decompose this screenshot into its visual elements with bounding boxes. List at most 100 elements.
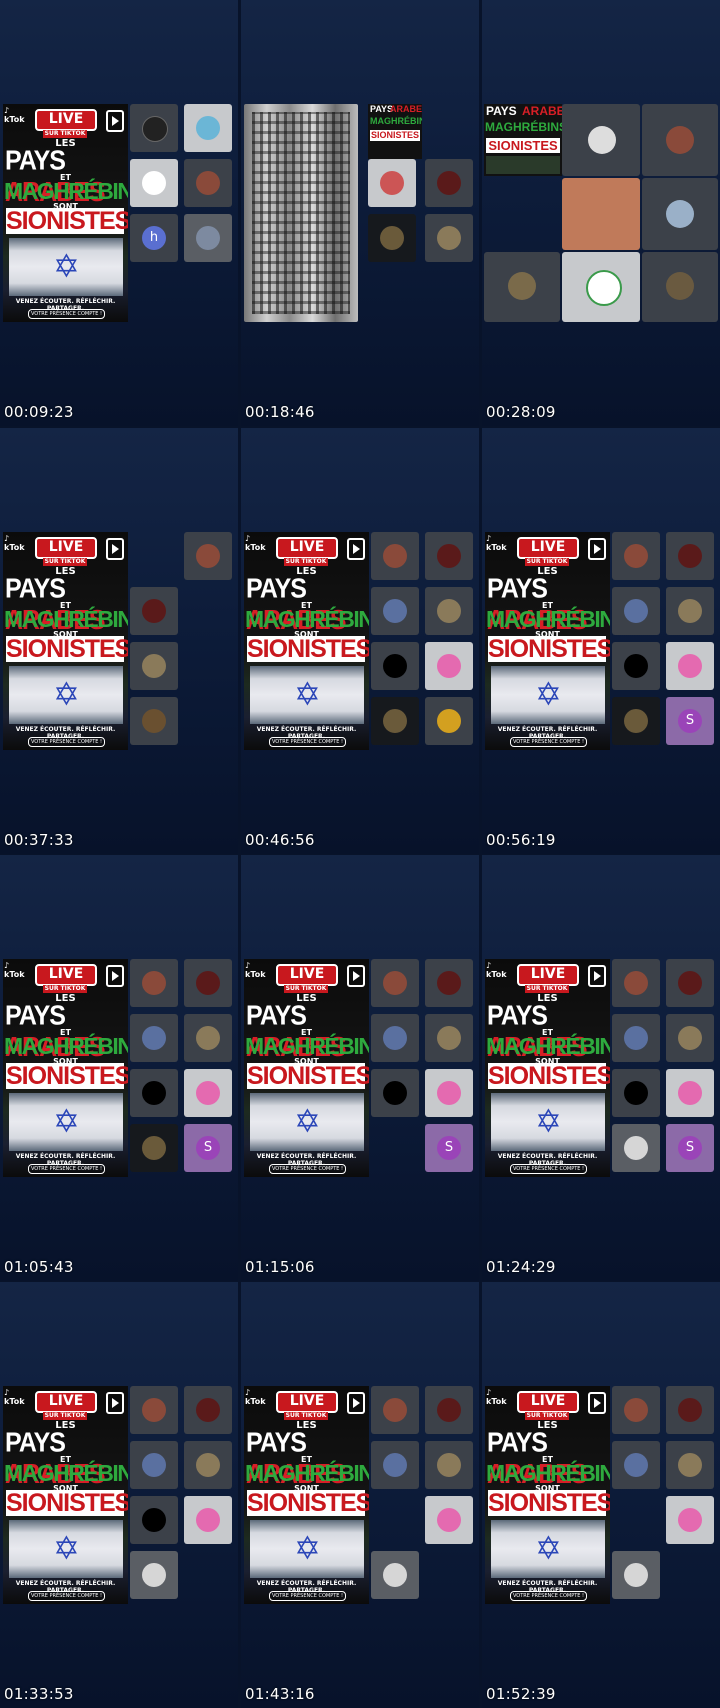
participant-tile[interactable] [612,642,660,690]
avatar [624,1398,648,1422]
participant-tile[interactable] [562,252,640,322]
avatar [624,599,648,623]
participant-tile[interactable] [184,959,232,1007]
participant-tile[interactable] [130,1496,178,1544]
participant-tile[interactable] [184,1069,232,1117]
participant-tile[interactable] [371,642,419,690]
participant-tile[interactable] [371,1069,419,1117]
participant-tile[interactable] [425,214,473,262]
participant-tile[interactable] [425,697,473,745]
participant-tile[interactable] [184,159,232,207]
participant-tile[interactable] [666,959,714,1007]
participant-tile[interactable] [371,1014,419,1062]
live-poster: ♪ kTok LIVE SUR TIKTOK LES PAYS ARABES ET… [485,959,610,1177]
star-of-david-icon: ✡ [294,675,321,713]
participant-tile[interactable] [425,1069,473,1117]
participant-tile[interactable] [425,1441,473,1489]
participant-tile[interactable] [368,159,416,207]
participant-tile[interactable] [184,104,232,152]
participant-tile[interactable] [184,1386,232,1434]
participant-tile[interactable] [371,587,419,635]
tiktok-logo: ♪ kTok [486,961,507,979]
participant-tile[interactable] [612,959,660,1007]
participant-tile[interactable] [666,1386,714,1434]
participant-tile[interactable] [642,104,718,176]
participant-tile[interactable] [425,1496,473,1544]
participant-tile[interactable] [562,178,640,250]
participant-tile[interactable] [130,587,178,635]
participant-tile[interactable] [130,1386,178,1434]
participant-tile[interactable] [612,1441,660,1489]
participant-tile[interactable] [425,1014,473,1062]
participant-tile[interactable] [371,1386,419,1434]
participant-tile[interactable] [425,642,473,690]
participant-tile[interactable] [484,252,560,322]
participant-tile[interactable] [368,214,416,262]
poster-line2: MAGHRÉBINS [486,1460,610,1486]
participant-tile[interactable]: S [666,697,714,745]
participant-tile[interactable] [425,959,473,1007]
participant-tile[interactable] [371,697,419,745]
participant-tile[interactable] [184,214,232,262]
star-of-david-icon: ✡ [294,1529,321,1567]
participant-tile[interactable] [612,1551,660,1599]
participant-tile[interactable] [371,1441,419,1489]
play-icon [106,965,124,987]
frame-9: ♪ kTok LIVE SUR TIKTOK LES PAYS ARABES ET… [482,855,720,1281]
participant-tile[interactable] [666,1069,714,1117]
participant-tile[interactable] [371,959,419,1007]
participant-tile[interactable] [130,1124,178,1172]
participant-tile[interactable] [184,1441,232,1489]
participant-tile[interactable] [425,532,473,580]
live-badge: LIVE [276,537,338,559]
avatar [624,1081,648,1105]
participant-tile[interactable] [612,1386,660,1434]
participant-tile[interactable] [666,1441,714,1489]
participant-tile[interactable] [666,642,714,690]
participant-tile[interactable] [612,1069,660,1117]
participant-tile[interactable] [612,697,660,745]
participant-tile[interactable] [371,532,419,580]
participant-tile[interactable] [130,642,178,690]
participant-tile[interactable] [184,532,232,580]
star-of-david-icon: ✡ [53,247,80,285]
avatar: S [678,1136,702,1160]
participant-tile[interactable] [130,697,178,745]
participant-tile[interactable]: h [130,214,178,262]
participant-tile[interactable] [666,1014,714,1062]
participant-tile[interactable]: S [425,1124,473,1172]
avatar [678,1508,702,1532]
participant-tile[interactable] [666,532,714,580]
participant-tile[interactable] [371,1551,419,1599]
avatar [142,1453,166,1477]
participant-tile[interactable]: S [666,1124,714,1172]
participant-tile[interactable] [612,1014,660,1062]
participant-tile[interactable] [425,1386,473,1434]
star-of-david-icon: ✡ [535,1529,562,1567]
participant-tile[interactable] [130,1014,178,1062]
participant-tile[interactable] [130,104,178,152]
participant-tile[interactable] [184,1014,232,1062]
participant-tile[interactable] [130,1551,178,1599]
participant-tile[interactable] [130,959,178,1007]
participant-tile[interactable] [184,1496,232,1544]
participant-tile[interactable] [425,587,473,635]
participant-tile[interactable] [130,159,178,207]
participant-tile[interactable] [642,178,718,250]
participant-tile[interactable] [612,532,660,580]
flag-image: ✡ [9,1520,123,1578]
participant-tile[interactable] [562,104,640,176]
participant-tile[interactable] [612,1124,660,1172]
participant-tile[interactable] [130,1441,178,1489]
participant-tile[interactable] [666,587,714,635]
participant-tile[interactable] [666,1496,714,1544]
participant-tile[interactable] [612,587,660,635]
participant-tile[interactable]: S [184,1124,232,1172]
participant-tile[interactable] [130,1069,178,1117]
play-icon [347,1392,365,1414]
participant-tile[interactable] [642,252,718,322]
poster-line2: MAGHRÉBINS [4,1460,128,1486]
star-of-david-icon: ✡ [53,1529,80,1567]
participant-tile[interactable] [425,159,473,207]
tiktok-logo: ♪ kTok [4,961,25,979]
